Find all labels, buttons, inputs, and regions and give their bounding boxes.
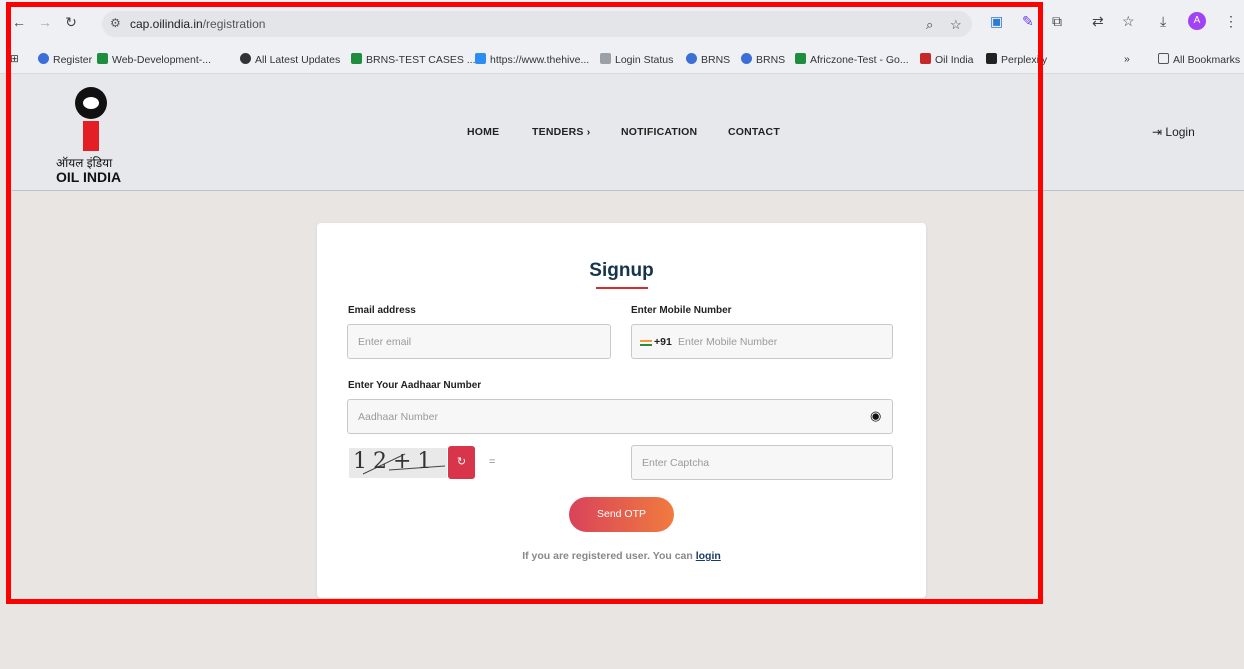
bookmark-item[interactable]: Register [38, 53, 92, 66]
india-flag-icon [640, 340, 652, 346]
country-code[interactable]: +91 [654, 336, 672, 348]
captcha-text: 12+1 [353, 449, 438, 474]
mobile-field[interactable]: +91 Enter Mobile Number [631, 324, 893, 359]
translate-icon[interactable]: ⇄ [1092, 13, 1104, 30]
forward-icon[interactable]: → [36, 13, 54, 31]
extensions-puzzle-icon[interactable]: ⧉ [1052, 13, 1062, 30]
extension-icon[interactable]: ▣ [990, 13, 1003, 30]
site-info-icon[interactable]: ⚙ [110, 16, 121, 30]
bookmark-item[interactable]: Login Status [600, 53, 673, 66]
bookmarks-bar: ⊞ Register Web-Development-... All Lates… [0, 48, 1244, 74]
bookmark-item[interactable]: All Latest Updates [240, 53, 340, 66]
nav-contact[interactable]: CONTACT [728, 126, 780, 138]
bookmark-item[interactable]: Web-Development-... [97, 53, 211, 66]
bookmark-item[interactable]: BRNS-TEST CASES ... [351, 53, 476, 66]
page-title: Signup [589, 260, 654, 281]
aadhaar-field[interactable]: Aadhaar Number ◉ [347, 399, 893, 434]
back-icon[interactable]: ← [10, 13, 28, 31]
login-prompt: If you are registered user. You can logi… [522, 550, 721, 562]
reload-icon[interactable]: ↻ [62, 13, 80, 31]
url-text: cap.oilindia.in/registration [130, 17, 266, 31]
bookmark-item[interactable]: Africzone-Test - Go... [795, 53, 909, 66]
aadhaar-placeholder: Aadhaar Number [358, 411, 438, 423]
refresh-icon: ↻ [456, 456, 467, 468]
site-header: ऑयल इंडिया OIL INDIA HOME TENDERS › NOTI… [12, 75, 1034, 191]
title-underline [596, 287, 648, 289]
browser-toolbar: ← → ↻ ⚙ cap.oilindia.in/registration ⌕ ☆… [0, 0, 1244, 48]
bookmark-item[interactable]: https://www.thehive... [475, 53, 589, 66]
captcha-equals: = [489, 456, 496, 468]
captcha-input[interactable]: Enter Captcha [631, 445, 893, 480]
all-bookmarks[interactable]: All Bookmarks [1158, 53, 1240, 66]
email-placeholder: Enter email [358, 336, 412, 348]
login-link-inline[interactable]: login [696, 550, 721, 562]
menu-icon[interactable]: ⋮ [1224, 13, 1238, 30]
apps-icon[interactable]: ⊞ [10, 53, 19, 65]
logo-english-text: OIL INDIA [56, 169, 122, 185]
bookmark-item[interactable]: BRNS [741, 53, 785, 66]
extension-icon[interactable]: ✎ [1022, 13, 1034, 30]
nav-tenders[interactable]: TENDERS › [532, 126, 590, 138]
captcha-refresh-button[interactable]: ↻ [448, 446, 475, 479]
bookmark-item[interactable]: BRNS [686, 53, 730, 66]
profile-avatar[interactable]: A [1188, 12, 1206, 30]
login-link[interactable]: ⇥ Login [1152, 125, 1195, 139]
zoom-icon[interactable]: ⌕ [926, 17, 933, 33]
mobile-placeholder: Enter Mobile Number [678, 336, 778, 348]
nav-notification[interactable]: NOTIFICATION [621, 126, 697, 138]
captcha-image: 12+1 [349, 448, 447, 478]
address-bar[interactable]: ⚙ cap.oilindia.in/registration ⌕ ☆ [102, 11, 972, 37]
aadhaar-label: Enter Your Aadhaar Number [348, 380, 482, 391]
mobile-label: Enter Mobile Number [631, 305, 732, 316]
eye-icon[interactable]: ◉ [870, 408, 881, 424]
header-right-area [1034, 75, 1244, 191]
nav-home[interactable]: HOME [467, 126, 499, 138]
reading-list-icon[interactable]: ☆ [1122, 13, 1135, 30]
email-label: Email address [348, 305, 416, 316]
download-icon[interactable]: ⤓ [1160, 13, 1166, 30]
login-icon: ⇥ [1152, 125, 1163, 139]
email-field[interactable]: Enter email [347, 324, 611, 359]
bookmark-item[interactable]: Oil India [920, 53, 974, 66]
signup-card: Signup Email address Enter email Enter M… [317, 223, 926, 598]
bookmark-star-icon[interactable]: ☆ [950, 17, 962, 33]
bookmark-item[interactable]: Perplexity [986, 53, 1047, 66]
send-otp-button[interactable]: Send OTP [569, 497, 674, 532]
more-bookmarks-icon[interactable]: » [1124, 53, 1130, 65]
captcha-placeholder: Enter Captcha [642, 457, 710, 469]
